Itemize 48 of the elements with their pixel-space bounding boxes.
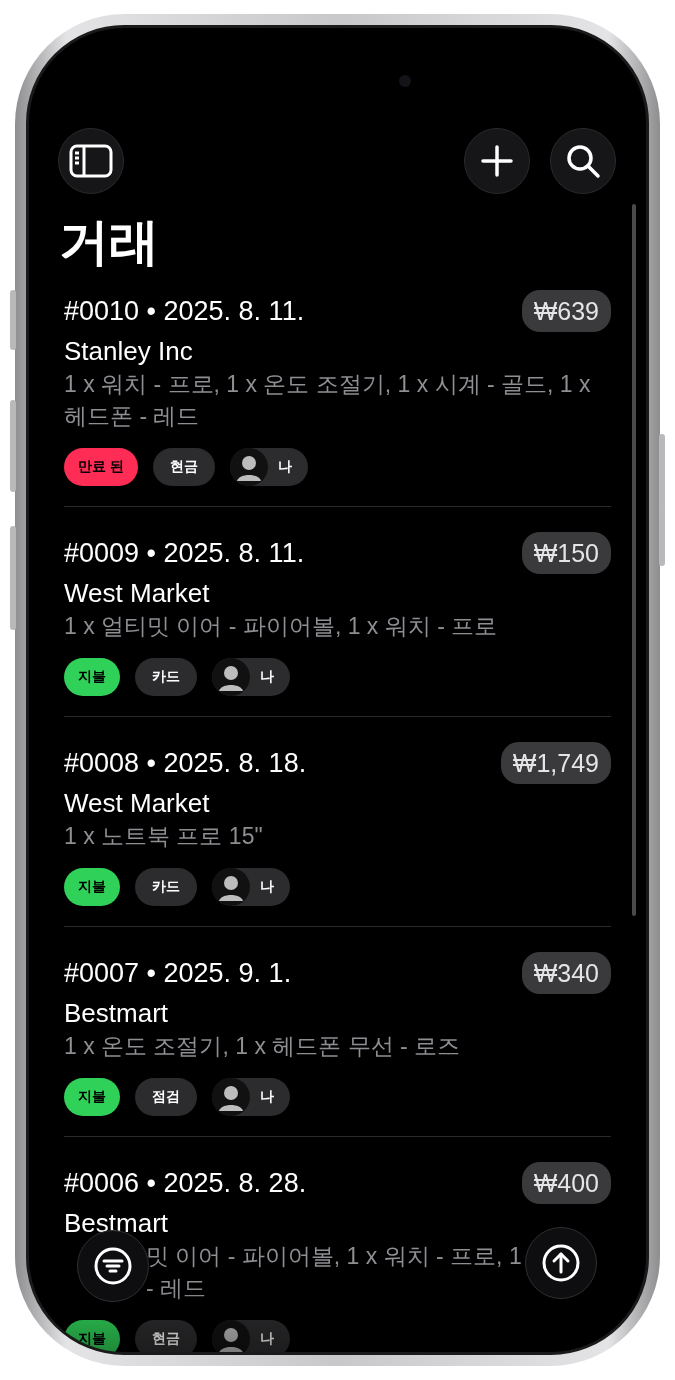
vendor-name: Bestmart <box>64 997 170 1030</box>
sidebar-icon <box>69 144 113 178</box>
status-badge: 지불 <box>64 1078 120 1116</box>
search-icon <box>565 143 601 179</box>
payment-badge: 현금 <box>152 448 215 486</box>
plus-icon <box>481 145 513 177</box>
owner-name: 나 <box>260 1330 274 1348</box>
payment-badge: 카드 <box>135 868 197 906</box>
items-description: 1 x 얼티밋 이어 - 파이어볼, 1 x 워치 - 프로 <box>64 612 499 641</box>
amount-badge: ₩150 <box>521 532 611 574</box>
avatar-icon <box>212 1078 250 1116</box>
transaction-heading: #0010 • 2025. 8. 11. <box>64 295 305 328</box>
owner-name: 나 <box>260 1088 274 1106</box>
owner-name: 나 <box>260 668 274 686</box>
filter-icon <box>93 1246 133 1286</box>
transaction-heading: #0006 • 2025. 8. 28. <box>64 1167 307 1200</box>
items-description: 밋 이어 - 파이어볼, 1 x 워치 - 프로, 1 <box>146 1243 522 1269</box>
items-description: 1 x 노트북 프로 15" <box>64 822 264 851</box>
payment-badge: 카드 <box>135 658 197 696</box>
vendor-name: Stanley Inc <box>64 335 194 368</box>
avatar-icon <box>212 1320 250 1352</box>
payment-badge: 점검 <box>135 1078 197 1116</box>
amount-badge: ₩400 <box>521 1162 611 1204</box>
page-title: 거래 <box>59 213 160 272</box>
amount-badge: ₩639 <box>521 290 611 332</box>
transaction-heading: #0008 • 2025. 8. 18. <box>64 747 307 780</box>
items-description: 1 x 워치 - 프로, 1 x 온도 조절기, 1 x 시계 - 골드, 1 x 헤드폰 - 레드 <box>64 370 592 431</box>
status-badge: 지불 <box>64 658 120 696</box>
transaction-heading: #0009 • 2025. 8. 11. <box>64 537 305 570</box>
items-description: - 레드 <box>146 1275 207 1301</box>
avatar-icon <box>229 448 268 486</box>
arrow-up-icon <box>541 1243 581 1283</box>
camera-icon <box>399 75 411 87</box>
avatar-icon <box>212 868 250 906</box>
status-badge: 만료 된 <box>64 448 138 486</box>
items-description: 1 x 온도 조절기, 1 x 헤드폰 무선 - 로즈 <box>64 1032 462 1061</box>
status-badge: 지불 <box>64 1320 120 1352</box>
vendor-name: Bestmart <box>64 1207 170 1240</box>
vendor-name: West Market <box>64 787 211 820</box>
amount-badge: ₩340 <box>521 952 611 994</box>
avatar-icon <box>212 658 250 696</box>
owner-name: 나 <box>260 878 274 896</box>
transaction-heading: #0007 • 2025. 9. 1. <box>64 957 292 990</box>
owner-name: 나 <box>277 458 292 476</box>
vendor-name: West Market <box>64 577 211 610</box>
status-badge: 지불 <box>64 868 120 906</box>
payment-badge: 현금 <box>135 1320 197 1352</box>
amount-badge: ₩1,749 <box>500 742 611 784</box>
